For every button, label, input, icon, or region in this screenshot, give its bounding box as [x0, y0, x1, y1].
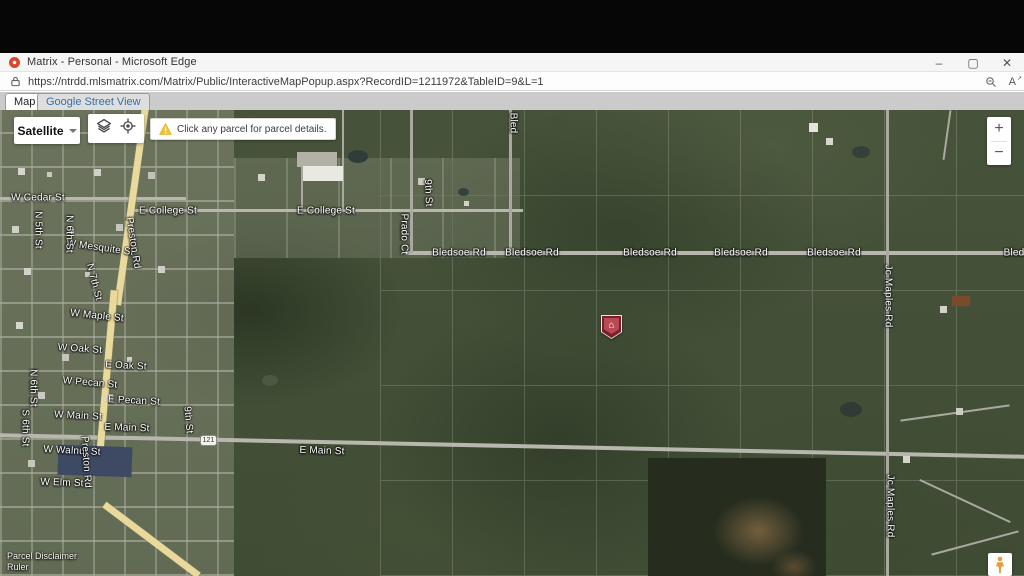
map-canvas[interactable]: W Cedar StE College StE College StW Mesq… — [0, 110, 1024, 576]
road-label: N 5th St — [33, 211, 44, 249]
street-view-pegman-button[interactable] — [988, 553, 1012, 576]
road-label: Bled — [508, 113, 519, 134]
road-label: Jc Maples Rd — [883, 265, 894, 328]
plowed-field — [648, 458, 826, 576]
road-label: 9th St — [422, 179, 434, 207]
ruler-link[interactable]: Ruler — [7, 562, 77, 572]
site-info-lock-icon[interactable] — [10, 76, 21, 87]
screen: Matrix - Personal - Microsoft Edge – ▢ ✕… — [0, 0, 1024, 576]
zoom-out-button[interactable]: − — [987, 142, 1011, 166]
parcel-tooltip-text: Click any parcel for parcel details. — [177, 124, 327, 135]
road-label: W Cedar St — [11, 193, 65, 204]
dirt-patch — [952, 296, 970, 306]
road-label: N 6th St — [64, 215, 75, 253]
tab-google-street-view[interactable]: Google Street View — [37, 93, 150, 110]
pond — [262, 375, 278, 386]
road-label: 9th St — [181, 406, 194, 434]
road-label: Bledsoe Rd — [807, 248, 861, 259]
top-black-bar — [0, 0, 1024, 53]
map-footer-links: Parcel Disclaimer Ruler — [7, 551, 77, 572]
pond — [348, 150, 368, 163]
road-label: E College St — [139, 206, 197, 217]
pond — [840, 402, 862, 417]
large-building — [303, 166, 343, 181]
zoom-out-page-icon[interactable] — [985, 76, 997, 88]
window-title: Matrix - Personal - Microsoft Edge — [27, 56, 197, 68]
road-label: W Elm St — [40, 477, 84, 490]
house-icon: ⌂ — [604, 318, 619, 334]
road-label: Bledsoe Rd — [714, 248, 768, 259]
zoom-in-button[interactable]: + — [987, 117, 1011, 141]
window-controls: – ▢ ✕ — [922, 53, 1024, 72]
listing-marker[interactable]: ⌂ — [601, 315, 622, 339]
map-tools — [88, 114, 144, 143]
warning-icon — [159, 123, 172, 135]
road-label: Bledsoe Rd — [623, 248, 677, 259]
url-text[interactable]: https://ntrdd.mlsmatrix.com/Matrix/Publi… — [28, 76, 544, 88]
map-type-satellite-button[interactable]: Satellite — [14, 117, 80, 144]
parcel-disclaimer-link[interactable]: Parcel Disclaimer — [7, 551, 77, 561]
road-label: S 6th St — [20, 409, 31, 446]
address-bar-actions: A — [985, 73, 1016, 91]
road-label: E Main St — [104, 422, 150, 435]
address-bar[interactable]: https://ntrdd.mlsmatrix.com/Matrix/Publi… — [0, 73, 1024, 91]
road-label: Bled — [1004, 248, 1024, 259]
town-grid — [0, 110, 234, 576]
tab-bar: Map Google Street View — [0, 92, 1024, 110]
road-label: Prado Ct — [399, 213, 410, 254]
matrix-favicon-icon — [9, 57, 20, 68]
pond — [852, 146, 870, 158]
locate-target-icon[interactable] — [119, 117, 137, 140]
road-label: N 6th St — [28, 369, 39, 407]
layers-icon[interactable] — [95, 117, 113, 140]
satellite-label: Satellite — [17, 124, 63, 138]
road-label: E Main St — [299, 445, 345, 458]
minimize-button[interactable]: – — [922, 53, 956, 72]
road-label: Jc Maples Rd — [885, 475, 896, 538]
buildings — [0, 110, 3, 113]
read-aloud-icon[interactable]: A — [1009, 76, 1016, 88]
road-label: Bledsoe Rd — [432, 248, 486, 259]
highway-121-shield: 121 — [200, 435, 217, 446]
road-vertical — [342, 110, 344, 209]
zoom-control: + − — [987, 117, 1011, 165]
browser-window: Matrix - Personal - Microsoft Edge – ▢ ✕… — [0, 53, 1024, 576]
road-label: E College St — [297, 206, 355, 217]
pegman-icon — [994, 556, 1006, 574]
title-bar: Matrix - Personal - Microsoft Edge – ▢ ✕ — [0, 53, 1024, 72]
road-prado — [410, 110, 413, 253]
parcel-tooltip: Click any parcel for parcel details. — [150, 118, 336, 140]
close-button[interactable]: ✕ — [990, 53, 1024, 72]
pond — [458, 188, 469, 196]
road-label: E Oak St — [105, 359, 147, 372]
maximize-button[interactable]: ▢ — [956, 53, 990, 72]
town-grid-north — [234, 158, 520, 258]
chevron-down-icon — [69, 129, 77, 133]
road-label: Bledsoe Rd — [505, 248, 559, 259]
